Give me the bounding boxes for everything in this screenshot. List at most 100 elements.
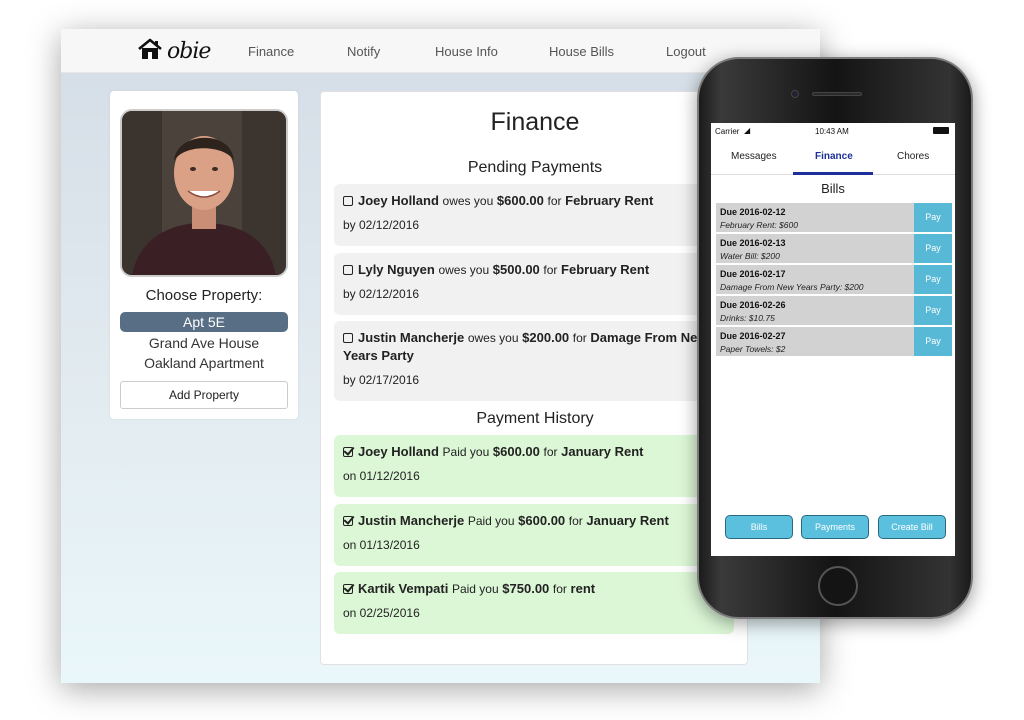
front-camera xyxy=(791,90,799,98)
payment-date: on 01/13/2016 xyxy=(343,538,420,552)
checkbox-checked-icon xyxy=(343,447,353,457)
payments-button[interactable]: Payments xyxy=(801,515,869,539)
bill-row: Due 2016-02-26 Drinks: $10.75 Pay xyxy=(716,296,952,325)
logo[interactable]: obie xyxy=(137,38,211,65)
pending-payment-card[interactable]: Joey Holland owes you $600.00 for Februa… xyxy=(334,184,734,246)
payment-item: January Rent xyxy=(586,513,669,528)
payer-name: Justin Mancherje xyxy=(358,513,465,528)
tab-messages[interactable]: Messages xyxy=(731,151,777,162)
bill-row: Due 2016-02-12 February Rent: $600 Pay xyxy=(716,203,952,232)
payment-amount: $500.00 xyxy=(492,262,540,277)
payment-verb: owes you xyxy=(438,263,490,277)
home-button[interactable] xyxy=(818,566,858,606)
payment-for: for xyxy=(547,194,562,208)
active-tab-indicator xyxy=(793,172,873,175)
payment-for: for xyxy=(572,331,587,345)
checkbox-checked-icon xyxy=(343,516,353,526)
bills-button[interactable]: Bills xyxy=(725,515,793,539)
payer-name: Lyly Nguyen xyxy=(358,262,435,277)
payment-date: on 01/12/2016 xyxy=(343,469,420,483)
bill-due-date: Due 2016-02-13 xyxy=(720,238,786,248)
pay-button[interactable]: Pay xyxy=(914,234,952,263)
bill-due-date: Due 2016-02-26 xyxy=(720,300,786,310)
checkbox-empty-icon[interactable] xyxy=(343,333,353,343)
add-property-button[interactable]: Add Property xyxy=(120,381,288,409)
payment-amount: $200.00 xyxy=(522,330,570,345)
carrier-label: Carrier xyxy=(715,127,740,136)
payment-item: January Rent xyxy=(561,444,644,459)
pending-payment-card[interactable]: Lyly Nguyen owes you $500.00 for Februar… xyxy=(334,253,734,315)
create-bill-button[interactable]: Create Bill xyxy=(878,515,946,539)
property-item-selected[interactable]: Apt 5E xyxy=(120,312,288,332)
payment-date: on 02/25/2016 xyxy=(343,606,420,620)
status-bar: Carrier ◢ 10:43 AM xyxy=(711,123,955,139)
wifi-icon: ◢ xyxy=(744,126,751,135)
profile-card: Choose Property: Apt 5E Grand Ave House … xyxy=(110,91,298,419)
nav-house-bills[interactable]: House Bills xyxy=(549,44,614,59)
tab-finance[interactable]: Finance xyxy=(815,151,853,162)
logo-text: obie xyxy=(167,39,211,64)
pending-payment-card[interactable]: Justin Mancherje owes you $200.00 for Da… xyxy=(334,321,734,401)
top-navbar: obie Finance Notify House Info House Bil… xyxy=(61,29,820,73)
pay-button[interactable]: Pay xyxy=(914,296,952,325)
payment-for: for xyxy=(568,514,583,528)
payment-verb: Paid you xyxy=(451,582,499,596)
payment-amount: $750.00 xyxy=(502,581,550,596)
history-payment-card[interactable]: Kartik Vempati Paid you $750.00 for rent… xyxy=(334,572,734,634)
payment-history-title: Payment History xyxy=(476,410,594,427)
bill-due-date: Due 2016-02-17 xyxy=(720,269,786,279)
nav-finance[interactable]: Finance xyxy=(248,44,294,59)
bill-description: Paper Towels: $2 xyxy=(720,344,786,354)
pay-button[interactable]: Pay xyxy=(914,327,952,356)
payment-for: for xyxy=(552,582,567,596)
payment-amount: $600.00 xyxy=(492,444,540,459)
payment-verb: owes you xyxy=(467,331,519,345)
property-item[interactable]: Oakland Apartment xyxy=(110,355,298,371)
payment-for: for xyxy=(543,445,558,459)
phone-screen: Carrier ◢ 10:43 AM Messages Finance Chor… xyxy=(711,123,955,556)
pay-button[interactable]: Pay xyxy=(914,203,952,232)
earpiece-speaker xyxy=(812,92,862,96)
page-title: Finance xyxy=(490,108,580,136)
payment-verb: Paid you xyxy=(467,514,515,528)
payment-date: by 02/12/2016 xyxy=(343,287,420,301)
pay-button[interactable]: Pay xyxy=(914,265,952,294)
payment-amount: $600.00 xyxy=(518,513,566,528)
checkbox-empty-icon[interactable] xyxy=(343,265,353,275)
bill-description: February Rent: $600 xyxy=(720,220,798,230)
phone-mockup: Carrier ◢ 10:43 AM Messages Finance Chor… xyxy=(697,57,973,619)
phone-tab-bar: Messages Finance Chores xyxy=(711,139,955,175)
nav-house-info[interactable]: House Info xyxy=(435,44,498,59)
payment-item: February Rent xyxy=(565,193,654,208)
bills-title: Bills xyxy=(821,181,845,196)
nav-logout[interactable]: Logout xyxy=(666,44,706,59)
payer-name: Joey Holland xyxy=(358,193,439,208)
bill-row: Due 2016-02-27 Paper Towels: $2 Pay xyxy=(716,327,952,356)
history-payment-card[interactable]: Justin Mancherje Paid you $600.00 for Ja… xyxy=(334,504,734,566)
bill-due-date: Due 2016-02-27 xyxy=(720,331,786,341)
tab-chores[interactable]: Chores xyxy=(897,151,929,162)
payer-name: Joey Holland xyxy=(358,444,439,459)
checkbox-empty-icon[interactable] xyxy=(343,196,353,206)
nav-notify[interactable]: Notify xyxy=(347,44,380,59)
finance-panel: Finance Pending Payments Joey Holland ow… xyxy=(320,91,748,665)
bill-description: Drinks: $10.75 xyxy=(720,313,775,323)
checkbox-checked-icon xyxy=(343,584,353,594)
pending-payments-title: Pending Payments xyxy=(467,159,603,176)
payment-verb: Paid you xyxy=(442,445,490,459)
battery-icon xyxy=(933,127,949,134)
bill-description: Damage From New Years Party: $200 xyxy=(720,282,864,292)
avatar xyxy=(120,109,288,277)
payment-item: rent xyxy=(570,581,596,596)
history-payment-card[interactable]: Joey Holland Paid you $600.00 for Januar… xyxy=(334,435,734,497)
payment-verb: owes you xyxy=(442,194,494,208)
payment-for: for xyxy=(543,263,558,277)
bill-row: Due 2016-02-13 Water Bill: $200 Pay xyxy=(716,234,952,263)
property-item[interactable]: Grand Ave House xyxy=(110,335,298,351)
payment-date: by 02/12/2016 xyxy=(343,218,420,232)
clock-time: 10:43 AM xyxy=(815,127,849,136)
bill-description: Water Bill: $200 xyxy=(720,251,780,261)
choose-property-title: Choose Property: xyxy=(145,287,263,304)
payment-item: February Rent xyxy=(561,262,650,277)
payment-amount: $600.00 xyxy=(496,193,544,208)
